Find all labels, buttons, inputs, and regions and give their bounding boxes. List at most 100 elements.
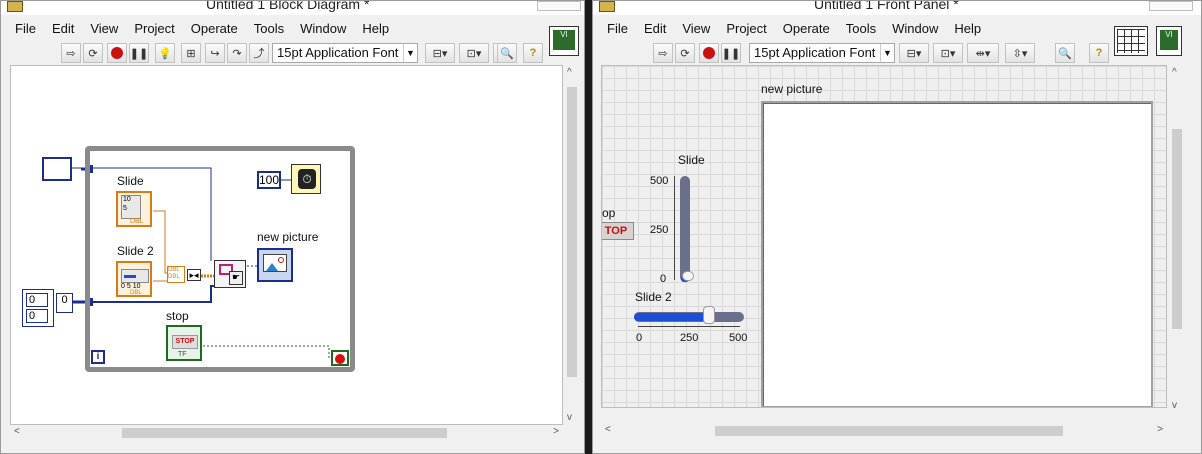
horizontal-slide-icon — [121, 269, 149, 283]
stop-terminal[interactable]: STOP TF — [166, 325, 202, 361]
menu-window[interactable]: Window — [884, 19, 946, 39]
align-objects-icon[interactable]: ⊟▾ — [425, 43, 455, 63]
slide-terminal[interactable]: 10 5 DBL — [116, 191, 152, 227]
resize-objects-icon[interactable]: ⇹▾ — [967, 43, 999, 63]
vertical-scroll-thumb[interactable] — [567, 87, 577, 377]
slide2-track[interactable] — [634, 312, 744, 322]
step-into-icon[interactable]: ↪ — [205, 43, 225, 63]
slide2-thumb[interactable] — [703, 306, 715, 324]
connector-pane-icon[interactable] — [1114, 26, 1148, 56]
slide2-tick-0: 0 — [636, 332, 643, 344]
slide2-scale: 0 5 10 — [121, 283, 141, 290]
window-close-button[interactable] — [1149, 1, 1193, 11]
scroll-down-icon[interactable]: v — [567, 412, 572, 423]
run-continuously-icon[interactable]: ⟳ — [83, 43, 103, 63]
wait-function[interactable]: ⏱ — [291, 164, 321, 194]
scroll-left-icon[interactable]: < — [605, 424, 611, 435]
run-arrow-icon[interactable]: ⇨ — [653, 43, 673, 63]
reorder-icon[interactable]: ⇳▾ — [1005, 43, 1035, 63]
toolbar: ⇨ ⟳ ❚❚ 💡 ⊞ ↪ ↷ ⤴ 15pt Application Font ▼… — [1, 41, 584, 65]
menu-tools[interactable]: Tools — [838, 19, 884, 39]
stop-button[interactable]: TOP — [602, 222, 634, 240]
array-element-0[interactable]: 0 — [26, 293, 48, 307]
draw-picture-subvi[interactable]: ☛ — [214, 260, 246, 288]
help-icon[interactable]: ? — [523, 43, 543, 63]
scroll-right-icon[interactable]: > — [553, 426, 559, 437]
new-picture-display[interactable] — [761, 101, 1153, 407]
menu-file[interactable]: File — [7, 19, 44, 39]
help-icon[interactable]: ? — [1089, 43, 1109, 63]
slide2-terminal[interactable]: 0 5 10 DBL — [116, 261, 152, 297]
distribute-objects-icon[interactable]: ⊡▾ — [459, 43, 489, 63]
block-diagram-canvas[interactable]: 0 0 0 i Slide 10 5 DBL Slide 2 0 5 10 DB… — [10, 65, 563, 425]
font-select-value: 15pt Application Font — [754, 45, 876, 60]
loop-condition-terminal[interactable] — [331, 350, 349, 366]
search-icon[interactable]: 🔍 — [497, 43, 517, 63]
menu-edit[interactable]: Edit — [636, 19, 674, 39]
pause-icon[interactable]: ❚❚ — [721, 43, 741, 63]
menu-help[interactable]: Help — [354, 19, 397, 39]
font-select[interactable]: 15pt Application Font ▼ — [272, 43, 418, 63]
run-arrow-icon[interactable]: ⇨ — [61, 43, 81, 63]
slide-label: Slide — [678, 153, 705, 167]
menu-operate[interactable]: Operate — [775, 19, 838, 39]
slide-scale-line — [674, 176, 675, 280]
window-close-button[interactable] — [537, 1, 581, 11]
horizontal-scroll-thumb[interactable] — [715, 426, 1063, 436]
menu-project[interactable]: Project — [126, 19, 182, 39]
scroll-up-icon[interactable]: ^ — [1172, 67, 1177, 78]
scroll-right-icon[interactable]: > — [1157, 424, 1163, 435]
slide2-label: Slide 2 — [635, 290, 672, 304]
stop-condition-icon — [335, 354, 345, 364]
window-title: Untitled 1 Block Diagram * — [206, 0, 370, 12]
vi-icon[interactable]: VI — [549, 26, 579, 56]
toolbar: ⇨ ⟳ ❚❚ 15pt Application Font ▼ ⊟▾ ⊡▾ ⇹▾ … — [593, 41, 1201, 65]
chevron-down-icon: ▼ — [403, 44, 417, 62]
build-cluster-icon[interactable]: ▸◂ — [187, 269, 201, 281]
horizontal-scrollbar[interactable]: < > — [601, 423, 1167, 439]
array-constant[interactable]: 0 0 — [22, 289, 54, 327]
align-objects-icon[interactable]: ⊟▾ — [899, 43, 929, 63]
menu-file[interactable]: File — [599, 19, 636, 39]
new-picture-terminal[interactable] — [257, 248, 293, 282]
menu-view[interactable]: View — [82, 19, 126, 39]
abort-icon[interactable] — [699, 43, 719, 63]
wait-ms-constant[interactable]: 100 — [257, 171, 281, 189]
front-panel-canvas[interactable]: Slide 500 250 0 op TOP Slide 2 0 250 500… — [601, 65, 1167, 408]
array-index[interactable]: 0 — [56, 293, 73, 313]
vertical-scroll-thumb[interactable] — [1172, 129, 1182, 329]
font-select[interactable]: 15pt Application Font ▼ — [749, 43, 895, 63]
scroll-up-icon[interactable]: ^ — [567, 67, 572, 78]
menu-help[interactable]: Help — [946, 19, 989, 39]
stop-type: TF — [178, 351, 187, 358]
scroll-down-icon[interactable]: v — [1172, 400, 1177, 411]
menu-edit[interactable]: Edit — [44, 19, 82, 39]
step-out-icon[interactable]: ⤴ — [249, 43, 269, 63]
menu-tools[interactable]: Tools — [246, 19, 292, 39]
empty-constant[interactable] — [42, 157, 72, 181]
horizontal-scrollbar[interactable]: < > — [10, 425, 563, 441]
vertical-scrollbar[interactable]: ^ v — [1169, 65, 1185, 425]
menu-project[interactable]: Project — [718, 19, 774, 39]
pause-icon[interactable]: ❚❚ — [129, 43, 149, 63]
horizontal-scroll-thumb[interactable] — [122, 428, 447, 438]
vi-icon[interactable]: VI — [1156, 26, 1182, 56]
scroll-left-icon[interactable]: < — [14, 426, 20, 437]
menu-window[interactable]: Window — [292, 19, 354, 39]
slide-type: DBL — [130, 218, 144, 225]
menu-view[interactable]: View — [674, 19, 718, 39]
retain-wire-values-icon[interactable]: ⊞ — [181, 43, 201, 63]
distribute-objects-icon[interactable]: ⊡▾ — [933, 43, 963, 63]
vertical-slide-icon: 10 5 — [121, 195, 141, 219]
array-element-1[interactable]: 0 — [26, 309, 48, 323]
step-over-icon[interactable]: ↷ — [227, 43, 247, 63]
highlight-execution-icon[interactable]: 💡 — [155, 43, 175, 63]
slide-thumb[interactable] — [682, 271, 694, 281]
search-icon[interactable]: 🔍 — [1055, 43, 1075, 63]
run-continuously-icon[interactable]: ⟳ — [675, 43, 695, 63]
abort-icon[interactable] — [107, 43, 127, 63]
bundle-node[interactable]: DBL DBL — [167, 266, 185, 283]
slide-track[interactable] — [680, 176, 690, 282]
vertical-scrollbar[interactable]: ^ v — [564, 65, 580, 425]
menu-operate[interactable]: Operate — [183, 19, 246, 39]
